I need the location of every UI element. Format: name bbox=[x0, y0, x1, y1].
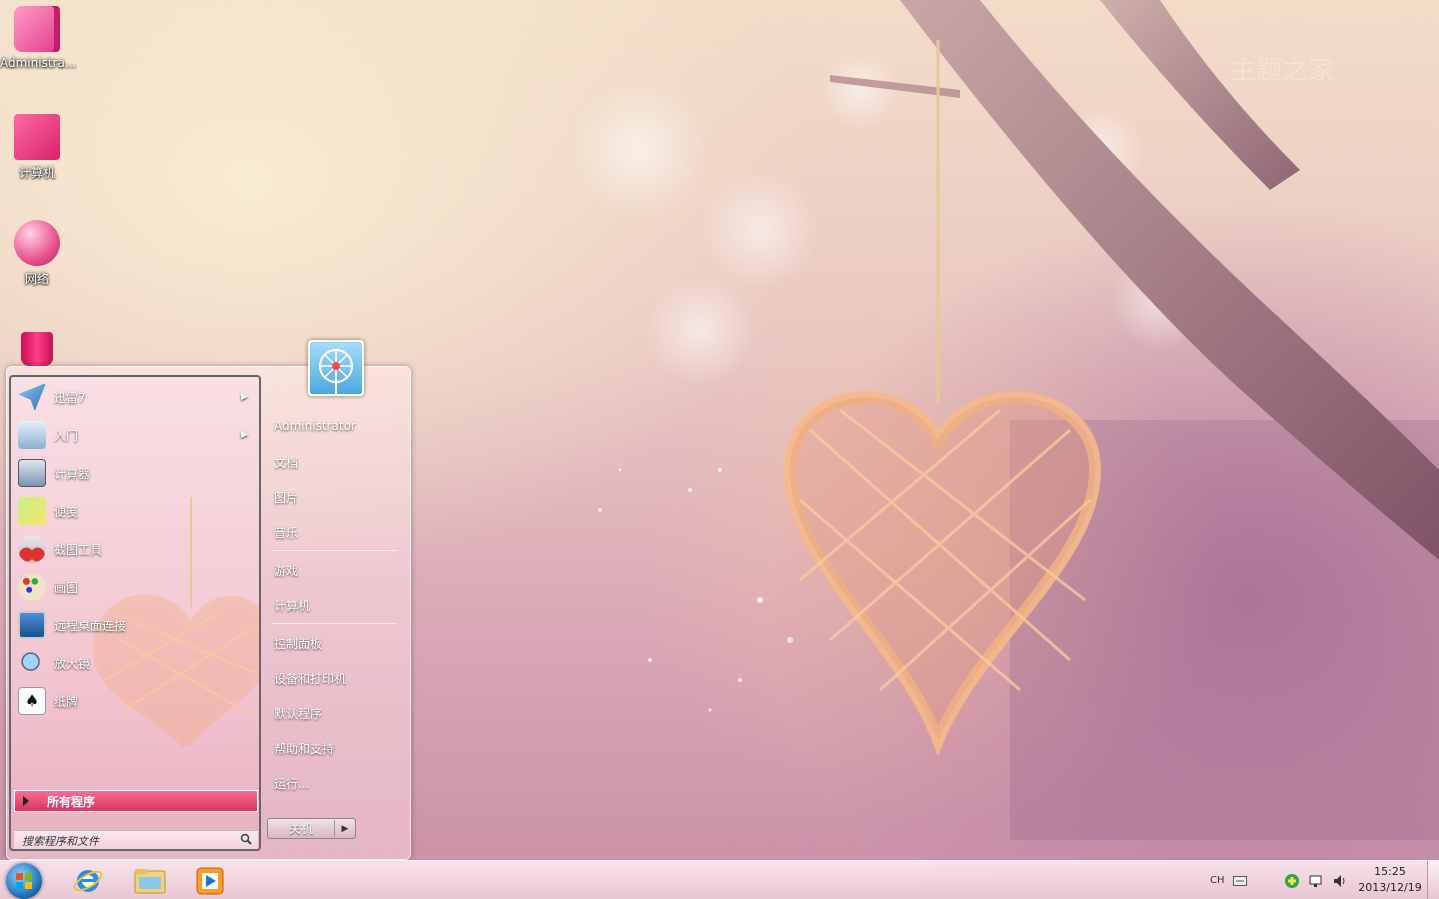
submenu-arrow-icon: ▶ bbox=[241, 430, 248, 440]
program-label: 远程桌面连接 bbox=[54, 618, 127, 633]
start-menu: 迅雷7 ▶ 入门 ▶ 计算器 便笺 截图工具 画图 远程桌面连接 放大镜 ♠ 纸… bbox=[6, 340, 411, 860]
calculator-icon bbox=[18, 459, 46, 487]
start-menu-pictures[interactable]: 图片 bbox=[274, 489, 298, 506]
program-label: 迅雷7 bbox=[54, 390, 86, 405]
network-status-icon[interactable] bbox=[1308, 861, 1324, 899]
keyboard-icon[interactable] bbox=[1233, 861, 1247, 899]
triangle-right-icon bbox=[23, 796, 29, 806]
program-label: 放大镜 bbox=[54, 656, 91, 671]
remote-desktop-icon bbox=[18, 611, 46, 639]
separator bbox=[272, 623, 397, 624]
desktop-icon-computer[interactable]: 计算机 bbox=[0, 114, 74, 181]
taskbar-media-player[interactable] bbox=[188, 863, 232, 899]
thunder-bird-icon bbox=[18, 383, 46, 411]
language-indicator[interactable]: CH bbox=[1210, 861, 1225, 899]
desktop-icon-user-folder[interactable]: Administra... bbox=[0, 6, 77, 70]
start-menu-default-programs[interactable]: 默认程序 bbox=[274, 705, 322, 722]
shutdown-label: 关机 bbox=[268, 820, 335, 837]
start-menu-control-panel[interactable]: 控制面板 bbox=[274, 635, 322, 652]
tray-app-icon[interactable] bbox=[1284, 861, 1300, 899]
all-programs-button[interactable]: 所有程序 bbox=[14, 790, 258, 812]
program-remote-desktop[interactable]: 远程桌面连接 bbox=[14, 607, 256, 643]
program-solitaire[interactable]: ♠ 纸牌 bbox=[14, 683, 256, 719]
program-sticky-notes[interactable]: 便笺 bbox=[14, 493, 256, 529]
program-label: 便笺 bbox=[54, 504, 79, 519]
desktop-icon-label: 网络 bbox=[24, 272, 49, 286]
sticky-notes-icon bbox=[18, 497, 46, 525]
magnifier-icon bbox=[18, 649, 46, 677]
submenu-arrow-icon: ▶ bbox=[241, 392, 248, 402]
computer-icon bbox=[14, 114, 60, 160]
show-desktop-button[interactable] bbox=[1427, 861, 1439, 899]
paint-palette-icon bbox=[18, 573, 46, 601]
taskbar: CH 15:25 2013/12/19 bbox=[0, 860, 1439, 899]
program-snipping-tool[interactable]: 截图工具 bbox=[14, 531, 256, 567]
program-label: 纸牌 bbox=[54, 694, 79, 709]
start-menu-games[interactable]: 游戏 bbox=[274, 562, 298, 579]
shutdown-options-arrow-icon[interactable]: ▶ bbox=[335, 824, 355, 834]
user-folder-icon bbox=[14, 6, 60, 52]
volume-icon[interactable] bbox=[1332, 861, 1348, 899]
program-calculator[interactable]: 计算器 bbox=[14, 455, 256, 491]
media-player-icon bbox=[196, 867, 224, 895]
user-avatar[interactable] bbox=[308, 340, 364, 396]
folder-icon bbox=[134, 869, 166, 894]
shutdown-button[interactable]: 关机 ▶ bbox=[267, 818, 356, 839]
start-menu-documents[interactable]: 文档 bbox=[274, 454, 298, 471]
program-magnifier[interactable]: 放大镜 bbox=[14, 645, 256, 681]
windows-logo-icon bbox=[16, 873, 32, 889]
clock-date: 2013/12/19 bbox=[1358, 881, 1422, 894]
clock[interactable]: 15:25 2013/12/19 bbox=[1352, 864, 1428, 896]
start-menu-help-support[interactable]: 帮助和支持 bbox=[274, 740, 334, 757]
desktop-icon-recycle-bin[interactable] bbox=[0, 332, 74, 370]
all-programs-label: 所有程序 bbox=[47, 794, 96, 809]
start-menu-music[interactable]: 音乐 bbox=[274, 524, 298, 541]
pinwheel-icon bbox=[319, 349, 353, 394]
recycle-bin-icon bbox=[21, 332, 53, 366]
start-menu-run[interactable]: 运行... bbox=[274, 775, 309, 792]
start-button[interactable] bbox=[6, 863, 42, 899]
start-menu-programs-pane: 迅雷7 ▶ 入门 ▶ 计算器 便笺 截图工具 画图 远程桌面连接 放大镜 ♠ 纸… bbox=[9, 375, 261, 851]
program-label: 截图工具 bbox=[54, 542, 103, 557]
desktop-icon-network[interactable]: 网络 bbox=[0, 220, 74, 287]
start-menu-devices-printers[interactable]: 设备和打印机 bbox=[274, 670, 346, 687]
start-menu-user[interactable]: Administrator bbox=[274, 419, 356, 433]
program-xunlei[interactable]: 迅雷7 ▶ bbox=[14, 379, 256, 415]
taskbar-explorer[interactable] bbox=[128, 863, 172, 899]
program-label: 画图 bbox=[54, 580, 79, 595]
solitaire-icon: ♠ bbox=[18, 687, 46, 715]
search-placeholder: 搜索程序和文件 bbox=[22, 834, 99, 848]
scissors-icon bbox=[18, 535, 46, 563]
clock-time: 15:25 bbox=[1374, 865, 1406, 878]
taskbar-internet-explorer[interactable] bbox=[66, 863, 110, 899]
watermark: 主题之家 bbox=[1230, 56, 1335, 86]
start-menu-computer[interactable]: 计算机 bbox=[274, 597, 310, 614]
search-icon bbox=[240, 833, 252, 848]
network-globe-icon bbox=[14, 220, 60, 266]
program-label: 计算器 bbox=[54, 466, 91, 481]
program-getting-started[interactable]: 入门 ▶ bbox=[14, 417, 256, 453]
separator bbox=[272, 550, 397, 551]
desktop-icon-label: Administra... bbox=[0, 56, 77, 70]
desktop-icon-label: 计算机 bbox=[18, 166, 55, 180]
language-label: CH bbox=[1210, 875, 1225, 886]
program-paint[interactable]: 画图 bbox=[14, 569, 256, 605]
getting-started-icon bbox=[18, 421, 46, 449]
program-label: 入门 bbox=[54, 428, 79, 443]
internet-explorer-icon bbox=[73, 870, 103, 892]
search-input[interactable]: 搜索程序和文件 bbox=[14, 830, 258, 849]
